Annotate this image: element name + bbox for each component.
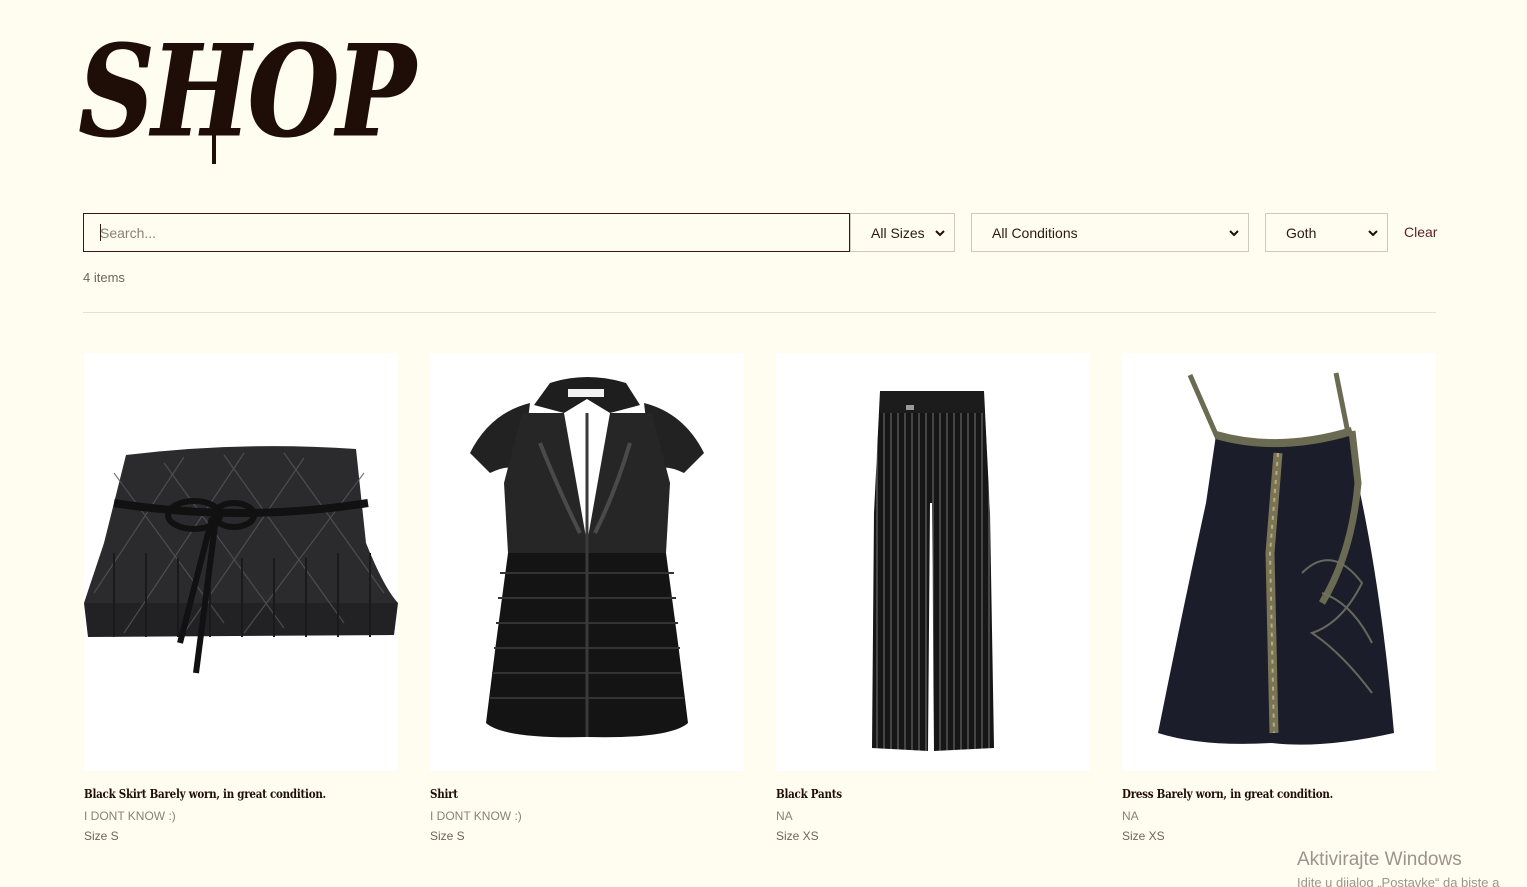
product-card[interactable]: Black Skirt Barely worn, in great condit… <box>84 353 398 843</box>
filter-bar: All Sizes All Conditions Goth Clear <box>83 213 1443 252</box>
product-image-dress[interactable] <box>1122 353 1436 771</box>
search-input[interactable] <box>83 213 850 252</box>
product-card[interactable]: Dress Barely worn, in great condition. N… <box>1122 353 1436 843</box>
shirt-image <box>470 377 704 738</box>
style-select-value: Goth <box>1286 225 1317 241</box>
product-condition: I DONT KNOW :) <box>84 809 176 823</box>
product-name[interactable]: Shirt <box>430 786 700 802</box>
windows-activation-watermark: Aktivirajte Windows Idite u dijalog „Pos… <box>1297 849 1527 887</box>
product-condition: NA <box>776 809 793 823</box>
chevron-down-icon <box>1229 230 1239 237</box>
product-name[interactable]: Dress Barely worn, in great condition. <box>1122 786 1392 802</box>
title-flourish <box>212 128 216 164</box>
shop-page: SHOP All Sizes All Conditions Goth Clear… <box>0 0 1527 887</box>
size-select-value: All Sizes <box>871 225 925 241</box>
page-title: SHOP <box>78 15 414 166</box>
watermark-subtitle: Idite u dijalog „Postavke“ da biste a <box>1297 875 1500 887</box>
product-image-pants[interactable] <box>776 353 1090 771</box>
product-condition: I DONT KNOW :) <box>430 809 522 823</box>
product-size: Size XS <box>776 829 819 843</box>
product-image-shirt[interactable] <box>430 353 744 771</box>
skirt-image <box>84 446 398 674</box>
watermark-title: Aktivirajte Windows <box>1297 849 1462 870</box>
divider <box>83 312 1436 313</box>
product-image-skirt[interactable] <box>84 353 398 771</box>
product-size: Size XS <box>1122 829 1165 843</box>
chevron-down-icon <box>935 230 945 237</box>
condition-select-value: All Conditions <box>992 225 1078 241</box>
pants-image <box>872 391 994 751</box>
text-caret <box>100 224 101 241</box>
dress-image <box>1158 372 1394 745</box>
product-name[interactable]: Black Pants <box>776 786 1046 802</box>
product-size: Size S <box>84 829 119 843</box>
product-size: Size S <box>430 829 465 843</box>
chevron-down-icon <box>1368 230 1378 237</box>
product-card[interactable]: Black Pants NA Size XS <box>776 353 1090 843</box>
product-name[interactable]: Black Skirt Barely worn, in great condit… <box>84 786 354 802</box>
product-card[interactable]: Shirt I DONT KNOW :) Size S <box>430 353 744 843</box>
product-condition: NA <box>1122 809 1139 823</box>
clear-filters-link[interactable]: Clear <box>1404 224 1437 240</box>
size-select[interactable]: All Sizes <box>850 213 955 252</box>
condition-select[interactable]: All Conditions <box>971 213 1249 252</box>
style-select[interactable]: Goth <box>1265 213 1388 252</box>
results-count: 4 items <box>83 270 125 285</box>
